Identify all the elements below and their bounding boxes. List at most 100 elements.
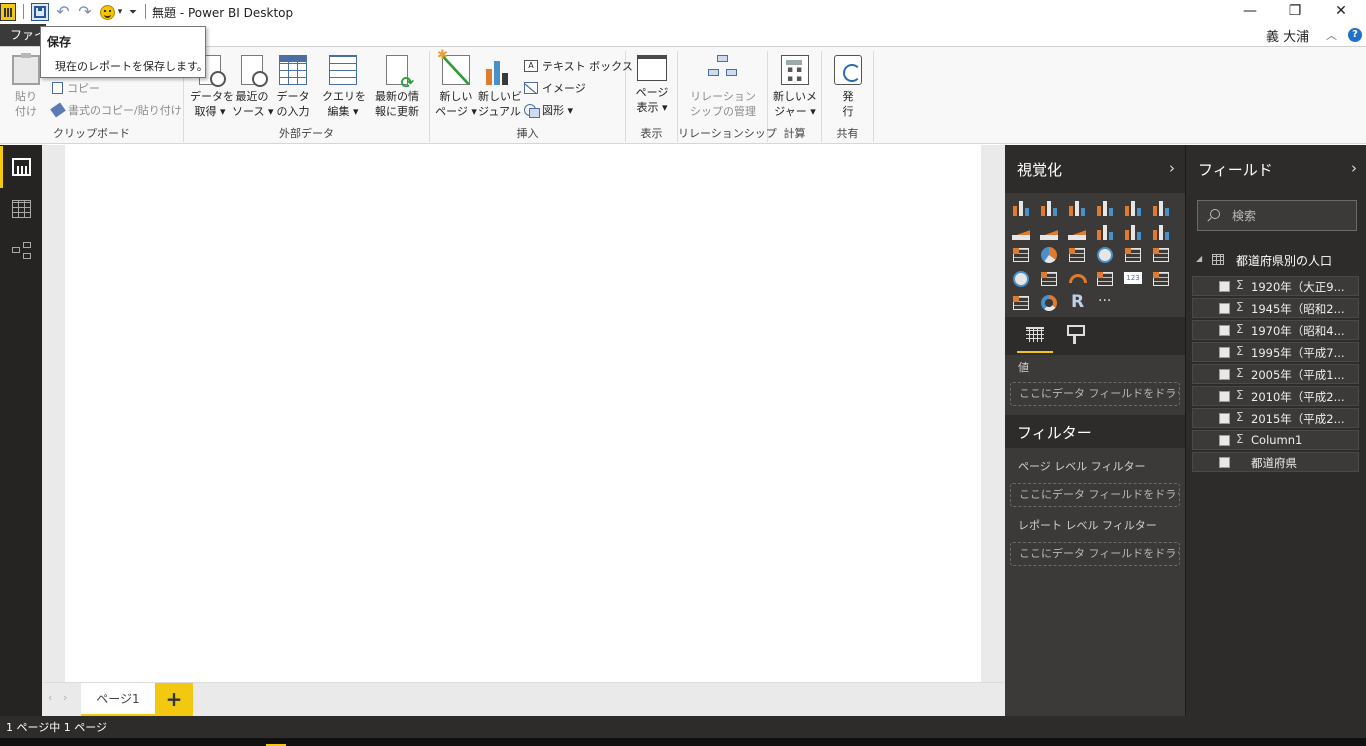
field-item[interactable]: Σ 1920年（大正9... bbox=[1192, 276, 1359, 296]
manage-relationships-button[interactable]: リレーション シップの管理 bbox=[684, 55, 762, 119]
field-checkbox[interactable] bbox=[1219, 369, 1230, 380]
expand-table-icon[interactable]: ◢ bbox=[1196, 254, 1202, 263]
funnel-icon[interactable] bbox=[1039, 269, 1061, 291]
edit-queries-button[interactable]: クエリを 編集 ▾ bbox=[322, 55, 366, 119]
text-box-button[interactable]: A テキスト ボックス bbox=[524, 57, 633, 75]
calculations-group-label: 計算 bbox=[783, 127, 806, 140]
field-item[interactable]: Σ 1995年（平成7... bbox=[1192, 342, 1359, 362]
clustered-column-icon[interactable] bbox=[1095, 197, 1117, 219]
page-tab-1[interactable]: ページ1 bbox=[81, 683, 155, 717]
format-painter-button[interactable]: 書式のコピー/貼り付け bbox=[50, 101, 182, 119]
collapse-visualizations-icon[interactable]: › bbox=[1169, 159, 1175, 177]
field-checkbox[interactable] bbox=[1219, 413, 1230, 424]
report-page[interactable] bbox=[65, 145, 981, 682]
slicer-icon[interactable] bbox=[1011, 293, 1033, 315]
gauge-icon[interactable] bbox=[1067, 269, 1089, 291]
calculator-icon bbox=[781, 55, 809, 85]
r-visual-icon[interactable]: R bbox=[1067, 292, 1089, 315]
undo-icon[interactable]: ↶ bbox=[54, 3, 72, 21]
new-page-button[interactable]: 新しい ページ ▾ bbox=[434, 48, 478, 119]
sum-sigma-icon: Σ bbox=[1236, 322, 1244, 336]
add-page-button[interactable]: + bbox=[155, 683, 193, 717]
card-icon[interactable]: 123 bbox=[1123, 269, 1145, 291]
field-checkbox[interactable] bbox=[1219, 457, 1230, 468]
line-and-clustered-column-icon[interactable] bbox=[1123, 221, 1145, 243]
field-item[interactable]: Σ 1970年（昭和4... bbox=[1192, 320, 1359, 340]
field-item[interactable]: Σ Column1 bbox=[1192, 430, 1359, 450]
data-view-button[interactable] bbox=[0, 188, 42, 230]
filled-map-icon[interactable] bbox=[1011, 269, 1033, 291]
fields-search-box bbox=[1197, 200, 1357, 231]
image-button[interactable]: イメージ bbox=[524, 79, 586, 97]
format-paint-roller-icon[interactable] bbox=[1065, 323, 1085, 347]
donut-chart-icon[interactable] bbox=[1039, 293, 1061, 315]
help-icon[interactable]: ? bbox=[1348, 28, 1362, 42]
table-visual-icon[interactable] bbox=[1123, 245, 1145, 267]
100-stacked-column-icon[interactable] bbox=[1151, 197, 1173, 219]
close-button[interactable]: ✕ bbox=[1318, 0, 1364, 22]
new-measure-button[interactable]: 新しいメ ジャー ▾ bbox=[773, 55, 817, 119]
100-stacked-bar-icon[interactable] bbox=[1123, 197, 1145, 219]
signed-in-user[interactable]: 義 大浦 bbox=[1266, 26, 1309, 45]
field-item[interactable]: Σ 2005年（平成1... bbox=[1192, 364, 1359, 384]
treemap-icon[interactable] bbox=[1067, 245, 1089, 267]
previous-page-icon[interactable]: ‹ bbox=[48, 691, 52, 704]
visualizations-pane: 視覚化 › 123 R ··· 値 ここにデータ フィールドをドラッグし... フィ… bbox=[1005, 145, 1185, 716]
customize-qat-icon[interactable]: ⏷ bbox=[128, 3, 138, 21]
page-level-filter-drop-zone[interactable]: ここにデータ フィールドをドラッグ... bbox=[1010, 483, 1180, 507]
multi-row-card-icon[interactable] bbox=[1095, 269, 1117, 291]
copy-button[interactable]: コピー bbox=[52, 79, 100, 97]
field-checkbox[interactable] bbox=[1219, 435, 1230, 446]
fields-well-tab[interactable] bbox=[1017, 321, 1053, 353]
matrix-icon[interactable] bbox=[1151, 245, 1173, 267]
field-item[interactable]: 都道府県 bbox=[1192, 452, 1359, 472]
field-checkbox[interactable] bbox=[1219, 347, 1230, 358]
more-visuals-icon[interactable]: ··· bbox=[1095, 293, 1117, 315]
field-checkbox[interactable] bbox=[1219, 325, 1230, 336]
area-chart-icon[interactable] bbox=[1039, 221, 1061, 243]
restore-button[interactable]: ❐ bbox=[1272, 0, 1318, 22]
collapse-fields-icon[interactable]: › bbox=[1351, 159, 1357, 177]
report-view-button[interactable] bbox=[0, 146, 42, 188]
ribbon-chart-icon[interactable] bbox=[1151, 221, 1173, 243]
fields-search-input[interactable] bbox=[1232, 207, 1352, 225]
report-level-filter-drop-zone[interactable]: ここにデータ フィールドをドラッグ... bbox=[1010, 542, 1180, 566]
line-chart-icon[interactable] bbox=[1011, 221, 1033, 243]
map-icon[interactable] bbox=[1095, 245, 1117, 267]
field-item[interactable]: Σ 2015年（平成2... bbox=[1192, 408, 1359, 428]
field-checkbox[interactable] bbox=[1219, 281, 1230, 292]
shapes-button[interactable]: 図形 ▾ bbox=[524, 101, 573, 119]
paste-button[interactable]: 貼り 付け bbox=[10, 53, 42, 119]
refresh-button[interactable]: 最新の情 報に更新 bbox=[372, 55, 422, 119]
send-feedback-smile-icon[interactable] bbox=[97, 3, 117, 21]
field-checkbox[interactable] bbox=[1219, 391, 1230, 402]
feedback-dropdown-icon[interactable]: ▾ bbox=[116, 3, 124, 21]
field-checkbox[interactable] bbox=[1219, 303, 1230, 314]
scatter-chart-icon[interactable] bbox=[1011, 245, 1033, 267]
stacked-column-icon[interactable] bbox=[1039, 197, 1061, 219]
redo-icon[interactable]: ↷ bbox=[76, 3, 94, 21]
stacked-bar-icon[interactable] bbox=[1011, 197, 1033, 219]
pie-chart-icon[interactable] bbox=[1039, 245, 1061, 267]
next-page-icon[interactable]: › bbox=[63, 691, 67, 704]
page-view-button[interactable]: ページ 表示 ▾ bbox=[632, 55, 672, 115]
enter-data-button[interactable]: データ の入力 bbox=[274, 55, 312, 119]
clustered-bar-icon[interactable] bbox=[1067, 197, 1089, 219]
view-switcher bbox=[0, 145, 42, 716]
save-icon[interactable] bbox=[31, 3, 49, 21]
publish-button[interactable]: 発 行 bbox=[832, 55, 864, 119]
kpi-icon[interactable] bbox=[1151, 269, 1173, 291]
field-item[interactable]: Σ 1945年（昭和2... bbox=[1192, 298, 1359, 318]
values-drop-zone[interactable]: ここにデータ フィールドをドラッグし... bbox=[1010, 382, 1180, 406]
recent-sources-button[interactable]: 最近の ソース ▾ bbox=[232, 55, 273, 119]
tooltip-body: 現在のレポートを保存します。 bbox=[55, 60, 208, 73]
field-item[interactable]: Σ 2010年（平成2... bbox=[1192, 386, 1359, 406]
table-node[interactable]: ◢ 都道府県別の人口 bbox=[1186, 250, 1366, 270]
line-and-column-icon[interactable] bbox=[1095, 221, 1117, 243]
refresh-icon bbox=[386, 55, 414, 90]
new-visual-button[interactable]: 新しいビ ジュアル bbox=[478, 55, 522, 119]
minimize-button[interactable]: — bbox=[1227, 0, 1273, 22]
relationships-view-button[interactable] bbox=[0, 230, 42, 272]
stacked-area-icon[interactable] bbox=[1067, 221, 1089, 243]
collapse-ribbon-icon[interactable]: ︿ bbox=[1326, 27, 1337, 43]
